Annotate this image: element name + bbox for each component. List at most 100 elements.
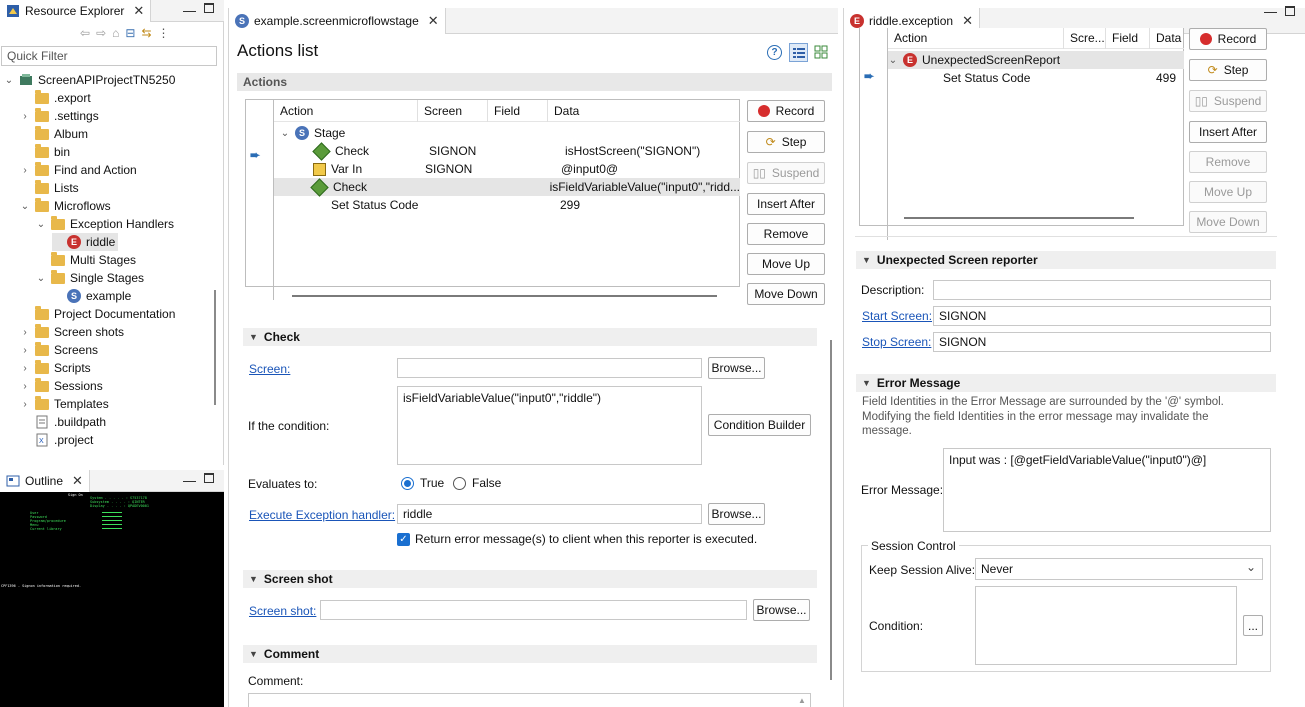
column-header[interactable]: Data [1150,28,1184,49]
tree-item-project[interactable]: ⌄ ScreenAPIProjectTN5250 [4,71,176,89]
link-editor-icon[interactable]: ⇆ [141,26,151,40]
chevron-right-icon[interactable]: › [20,111,30,122]
tree-item-project-file[interactable]: X .project [20,431,93,449]
table-row[interactable]: ⌄ S Stage [280,124,740,142]
start-screen-link[interactable]: Start Screen: [862,309,932,323]
collapse-arrow-icon[interactable]: ▼ [249,332,258,342]
column-header[interactable]: Data [548,100,740,122]
tree-item-templates[interactable]: › Templates [20,395,109,413]
column-header[interactable]: Action [274,99,418,122]
suspend-button[interactable]: ▯▯ Suspend [1189,90,1267,112]
description-field[interactable] [933,280,1271,300]
outline-tab[interactable]: Outline ✕ [0,469,90,492]
tree-item-microflows[interactable]: ⌄ Microflows [20,197,111,215]
close-icon[interactable]: ✕ [72,473,83,489]
column-header[interactable]: Screen [418,99,488,122]
true-radio[interactable]: True [401,476,444,490]
exception-handler-field[interactable]: riddle [397,504,702,524]
move-down-button[interactable]: Move Down [1189,211,1267,233]
reporter-section-header[interactable]: ▼ Unexpected Screen reporter [856,251,1276,269]
maximize-icon[interactable] [204,473,214,483]
table-row[interactable]: Check SIGNON isHostScreen("SIGNON") [274,141,740,161]
suspend-button[interactable]: ▯▯ Suspend [747,162,825,184]
close-icon[interactable]: ✕ [428,13,439,29]
tree-item-scripts[interactable]: › Scripts [20,359,91,377]
tree-item-screens[interactable]: › Screens [20,341,98,359]
condition-builder-button[interactable]: Condition Builder [708,414,811,436]
record-button[interactable]: Record [747,100,825,122]
quick-filter-input[interactable]: Quick Filter [1,46,217,66]
chevron-right-icon[interactable]: › [20,345,30,356]
tree-item-lists[interactable]: Lists [20,179,79,197]
table-row[interactable]: Var In SIGNON @input0@ [274,160,740,178]
close-icon[interactable]: ✕ [133,3,144,19]
false-radio[interactable]: False [453,476,501,490]
column-header[interactable]: Action [888,27,1064,49]
back-icon[interactable]: ⇦ [80,26,90,40]
stop-screen-link[interactable]: Stop Screen: [862,335,931,349]
insert-after-button[interactable]: Insert After [747,193,825,215]
tree-item-find-and-action[interactable]: › Find and Action [20,161,137,179]
table-row-selected[interactable]: ⌄ E UnexpectedScreenReport [888,51,1184,69]
chevron-right-icon[interactable]: › [20,363,30,374]
chevron-down-icon[interactable]: ⌄ [36,273,46,284]
chevron-down-icon[interactable]: ⌄ [280,128,290,139]
tree-item-sessions[interactable]: › Sessions [20,377,103,395]
screen-field[interactable] [397,358,702,378]
browse-screenshot-button[interactable]: Browse... [753,599,810,621]
collapse-arrow-icon[interactable]: ▼ [249,649,258,659]
remove-button[interactable]: Remove [1189,151,1267,173]
minimize-icon[interactable]: — [183,3,196,18]
tree-item-multi-stages[interactable]: Multi Stages [36,251,136,269]
tree-item-project-documentation[interactable]: Project Documentation [20,305,175,323]
chevron-right-icon[interactable]: › [20,381,30,392]
tree-item-single-stages[interactable]: ⌄ Single Stages [36,269,144,287]
tree-item-settings[interactable]: › .settings [20,107,99,125]
tree-item-screen-shots[interactable]: › Screen shots [20,323,124,341]
step-button[interactable]: ⟳ Step [1189,59,1267,81]
chevron-down-icon[interactable]: ⌄ [36,219,46,230]
screen-link[interactable]: Screen: [249,362,290,376]
editor-vertical-scrollbar[interactable] [830,340,832,680]
explorer-scrollbar[interactable] [214,290,216,405]
insert-after-button[interactable]: Insert After [1189,121,1267,143]
help-icon[interactable]: ? [767,45,782,60]
column-header[interactable]: Scre... [1064,27,1106,49]
view-menu-icon[interactable]: ⋮ [158,26,170,40]
collapse-all-icon[interactable]: ⊟ [125,26,135,40]
screenshot-section-header[interactable]: ▼ Screen shot [243,570,817,588]
column-header[interactable]: Field [488,99,548,122]
resource-explorer-tab[interactable]: Resource Explorer ✕ [0,0,152,22]
column-header[interactable]: Field [1106,27,1150,49]
tree-item-example[interactable]: Sexample [52,287,131,305]
record-button[interactable]: Record [1189,28,1267,50]
remove-button[interactable]: Remove [747,223,825,245]
table-row-selected[interactable]: Check isFieldVariableValue("input0","rid… [274,177,740,197]
condition-textarea[interactable]: isFieldVariableValue("input0","riddle") [397,386,702,465]
minimize-icon[interactable]: — [183,473,196,488]
condition-ellipsis-button[interactable]: ... [1243,615,1263,636]
chevron-down-icon[interactable]: ⌄ [20,201,30,212]
browse-exception-button[interactable]: Browse... [708,503,765,525]
grid-view-icon[interactable] [814,45,828,59]
table-row[interactable]: Set Status Code 499 [888,69,1184,87]
error-section-header[interactable]: ▼ Error Message [856,374,1276,392]
tree-item-album[interactable]: Album [20,125,88,143]
start-screen-field[interactable]: SIGNON [933,306,1271,326]
tree-item-export[interactable]: .export [20,89,91,107]
table-horizontal-scrollbar[interactable] [292,295,717,297]
chevron-right-icon[interactable]: › [20,165,30,176]
check-section-header[interactable]: ▼ Check [243,328,817,346]
comment-textarea[interactable] [248,693,811,707]
maximize-icon[interactable] [204,3,214,13]
browse-screen-button[interactable]: Browse... [708,357,765,379]
collapse-arrow-icon[interactable]: ▼ [249,574,258,584]
editor-tab[interactable]: S example.screenmicroflowstage ✕ [229,7,446,34]
move-up-button[interactable]: Move Up [1189,181,1267,203]
chevron-right-icon[interactable]: › [20,327,30,338]
minimize-icon[interactable]: — [1264,4,1277,19]
move-down-button[interactable]: Move Down [747,283,825,305]
tree-item-exception-handlers[interactable]: ⌄ Exception Handlers [36,215,174,233]
tree-item-bin[interactable]: bin [20,143,70,161]
forward-icon[interactable]: ⇨ [96,26,106,40]
